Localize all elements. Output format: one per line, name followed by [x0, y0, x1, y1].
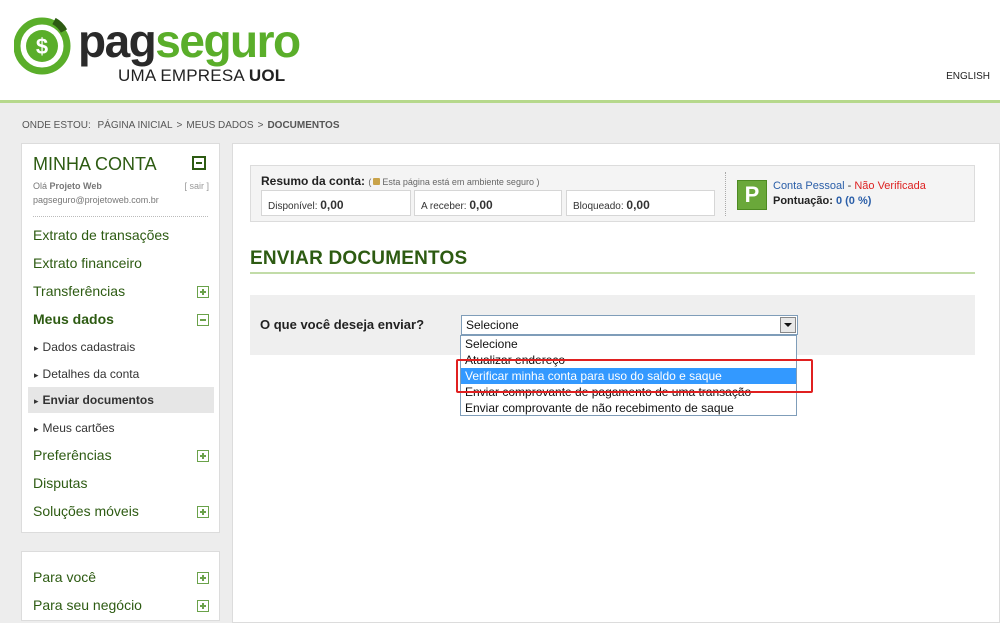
expand-plus-icon[interactable] — [197, 286, 209, 298]
user-greeting: Olá Projeto Web [ sair ] — [33, 181, 209, 191]
sidebar-subitem-dados-cadastrais[interactable]: Dados cadastrais — [34, 340, 136, 354]
breadcrumb: ONDE ESTOU: PÁGINA INICIAL > MEUS DADOS > DO… — [22, 120, 340, 131]
sidebar-item-extrato-transacoes[interactable]: Extrato de transações — [33, 227, 169, 243]
logout-link[interactable]: [ sair ] — [184, 181, 209, 191]
sidebar-item-transferencias[interactable]: Transferências — [33, 283, 125, 299]
breadcrumb-meus-dados[interactable]: MEUS DADOS — [186, 120, 253, 131]
sidebar-item-para-seu-negocio[interactable]: Para seu negócio — [33, 597, 142, 613]
verification-status-link[interactable]: Não Verificada — [854, 180, 926, 192]
option-comprovante-nao-recebimento[interactable]: Enviar comprovante de não recebimento de… — [461, 400, 796, 416]
sidebar-title: MINHA CONTA — [33, 154, 157, 174]
sidebar-secondary: Para você Para seu negócio — [21, 551, 220, 621]
sidebar: MINHA CONTA Olá Projeto Web [ sair ] pag… — [21, 143, 220, 533]
score-link[interactable]: 0 (0 %) — [836, 195, 871, 207]
balance-receivable: A receber: 0,00 — [414, 190, 562, 216]
expand-plus-icon[interactable] — [197, 506, 209, 518]
language-english-link[interactable]: ENGLISH — [946, 71, 990, 82]
expand-plus-icon[interactable] — [197, 600, 209, 612]
sidebar-subitem-detalhes-conta[interactable]: Detalhes da conta — [34, 367, 140, 381]
header-divider — [0, 100, 1000, 103]
chevron-down-icon[interactable] — [780, 317, 796, 333]
dollar-coin-icon: $ — [14, 17, 71, 75]
account-summary: Resumo da conta: (Esta página está em am… — [250, 165, 975, 222]
user-email: pagseguro@projetoweb.com.br — [33, 195, 159, 205]
balance-available: Disponível: 0,00 — [261, 190, 411, 216]
breadcrumb-home[interactable]: PÁGINA INICIAL — [98, 120, 173, 131]
summary-title: Resumo da conta: (Esta página está em am… — [261, 174, 540, 188]
sidebar-subitem-meus-cartoes[interactable]: Meus cartões — [34, 421, 115, 435]
document-type-select[interactable]: Selecione — [461, 315, 798, 335]
logo-tagline: UMA EMPRESA UOL — [118, 66, 286, 85]
breadcrumb-prefix: ONDE ESTOU: — [22, 120, 91, 131]
collapse-minus-icon[interactable] — [197, 314, 209, 326]
sidebar-item-preferencias[interactable]: Preferências — [33, 447, 112, 463]
title-underline — [250, 272, 975, 274]
svg-text:$: $ — [36, 34, 48, 59]
sidebar-item-solucoes-moveis[interactable]: Soluções móveis — [33, 503, 139, 519]
account-score: Pontuação: 0 (0 %) — [773, 195, 872, 207]
sidebar-item-meus-dados[interactable]: Meus dados — [33, 311, 114, 327]
pagseguro-logo[interactable]: $ pagseguro UMA EMPRESA UOL — [14, 14, 301, 86]
annotation-highlight-box — [456, 359, 813, 393]
breadcrumb-current: DOCUMENTOS — [267, 120, 340, 131]
expand-plus-icon[interactable] — [197, 572, 209, 584]
header: $ pagseguro UMA EMPRESA UOL ENGLISH — [0, 0, 1000, 100]
divider — [725, 172, 726, 216]
lock-icon — [373, 178, 381, 185]
collapse-icon[interactable] — [192, 156, 206, 170]
secure-note: (Esta página está em ambiente seguro ) — [368, 177, 540, 187]
user-name: Projeto Web — [49, 181, 102, 191]
sidebar-item-extrato-financeiro[interactable]: Extrato financeiro — [33, 255, 142, 271]
balance-blocked: Bloqueado: 0,00 — [566, 190, 715, 216]
sidebar-item-para-voce[interactable]: Para você — [33, 569, 96, 585]
sidebar-subitem-enviar-documentos[interactable]: Enviar documentos — [28, 387, 214, 413]
account-type-badge: P — [737, 180, 767, 210]
expand-plus-icon[interactable] — [197, 450, 209, 462]
document-type-label: O que você deseja enviar? — [260, 317, 425, 332]
page-title: ENVIAR DOCUMENTOS — [250, 248, 468, 269]
account-type: Conta Pessoal - Não Verificada — [773, 180, 926, 192]
account-type-link[interactable]: Conta Pessoal — [773, 180, 845, 192]
divider — [33, 216, 208, 217]
logo-wordmark: pagseguro — [78, 15, 301, 67]
option-selecione[interactable]: Selecione — [461, 336, 796, 352]
sidebar-item-disputas[interactable]: Disputas — [33, 475, 87, 491]
